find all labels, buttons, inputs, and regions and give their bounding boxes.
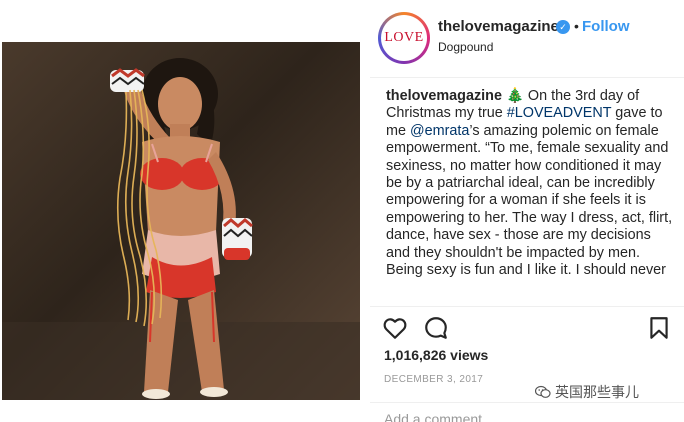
photo-panel [0,0,370,422]
comment-icon[interactable] [423,315,449,341]
action-bar [370,306,684,346]
watermark: 英国那些事儿 [535,382,639,402]
post-sidebar: LOVE thelovemagazine ✓ • Follow Dogpound… [370,0,684,422]
hashtag-link[interactable]: #LOVEADVENT [507,105,612,121]
bookmark-icon[interactable] [646,315,672,341]
tree-emoji: 🎄 [505,88,524,104]
avatar-logo-text: LOVE [384,30,424,45]
verified-badge-icon: ✓ [556,20,570,34]
comment-input[interactable] [384,411,664,422]
post-date[interactable]: DECEMBER 3, 2017 [384,374,483,385]
avatar[interactable]: LOVE [378,12,430,64]
wechat-icon [535,385,551,398]
mention-link[interactable]: @emrata [410,123,469,139]
view-count[interactable]: 1,016,826 views [384,347,488,363]
post-header: LOVE thelovemagazine ✓ • Follow Dogpound [370,0,684,78]
post-photo-illustration [2,58,360,400]
heart-icon[interactable] [382,315,408,341]
username-link[interactable]: thelovemagazine [438,18,559,35]
caption-username-link[interactable]: thelovemagazine [386,88,502,104]
post-caption: thelovemagazine 🎄 On the 3rd day of Chri… [386,88,674,279]
post-photo[interactable] [2,42,360,400]
follow-button[interactable]: Follow [582,18,630,35]
caption-text-3: ’s amazing polemic on female empowerment… [386,122,673,279]
watermark-text: 英国那些事儿 [555,384,639,400]
comment-bar [370,402,684,422]
avatar-inner: LOVE [381,15,427,61]
location-link[interactable]: Dogpound [438,40,493,54]
separator-dot: • [574,18,579,34]
